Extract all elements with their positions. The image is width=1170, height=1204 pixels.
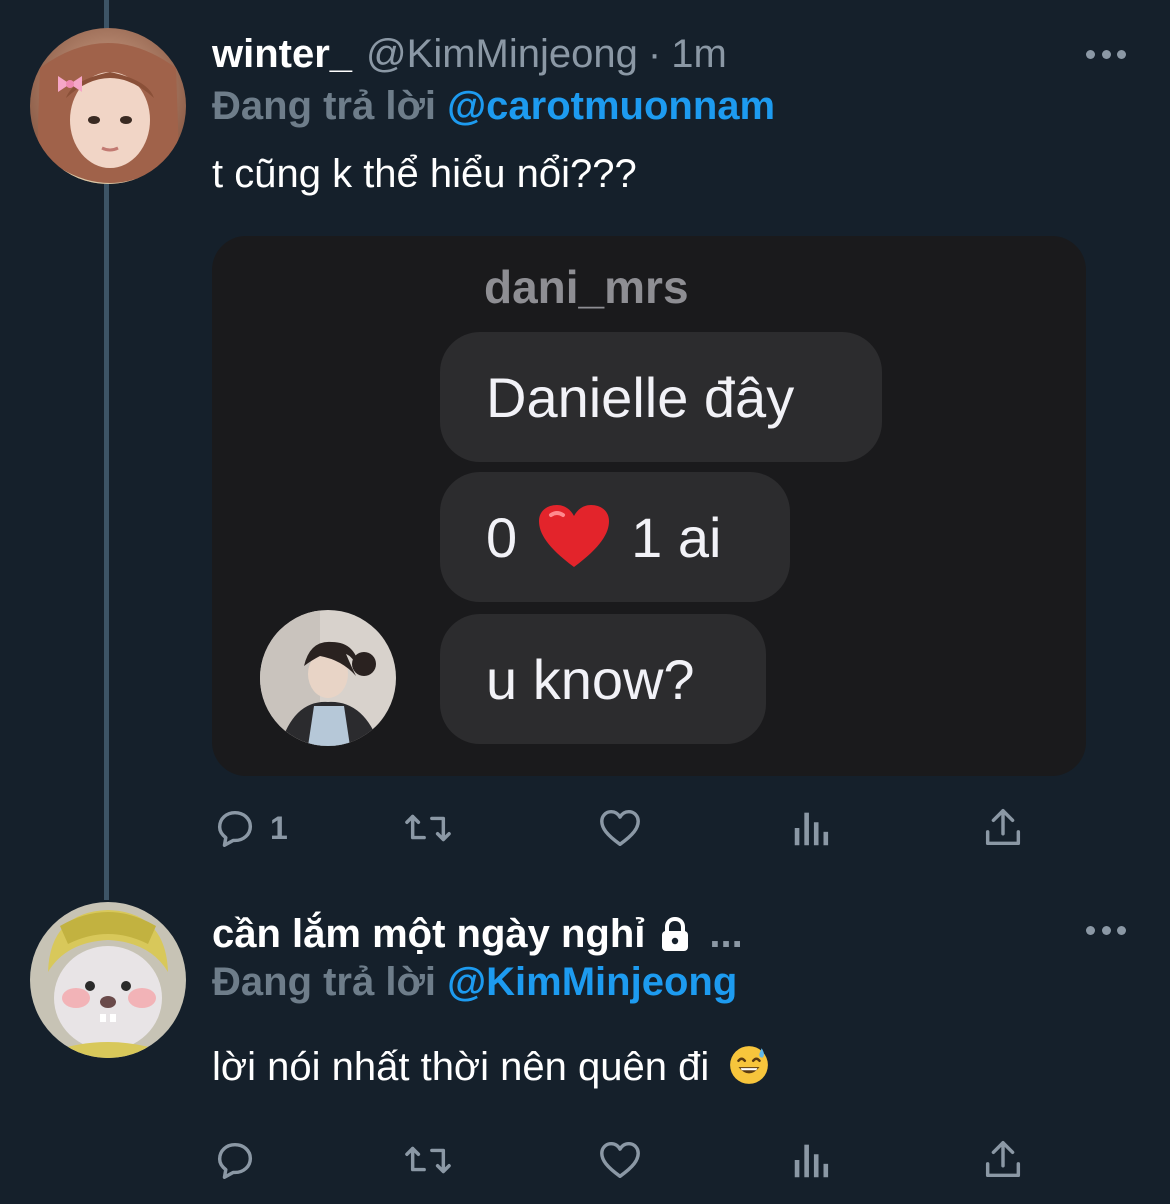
reply-button[interactable]: 1	[212, 798, 288, 858]
retweet-button[interactable]	[400, 1130, 456, 1190]
dm-message-bubble: 0 1 ai	[440, 472, 790, 602]
avatar[interactable]	[30, 28, 186, 184]
views-button[interactable]	[790, 798, 834, 858]
tweet-actions	[212, 1130, 1032, 1190]
reply-mention-link[interactable]: @KimMinjeong	[447, 960, 737, 1004]
like-icon	[600, 809, 640, 847]
dm-message-text: 0	[486, 505, 518, 569]
dm-message-text: u know?	[486, 647, 695, 711]
retweet-button[interactable]	[400, 798, 456, 858]
heart-icon	[539, 505, 610, 567]
like-icon	[600, 1141, 640, 1179]
tweet-header: winter_ @KimMinjeong · 1m	[212, 26, 727, 82]
tweet-text: lời nói nhất thời nên quên đi	[212, 1044, 770, 1090]
reply-context: Đang trả lời @KimMinjeong	[212, 960, 737, 1005]
share-button[interactable]	[980, 798, 1026, 858]
reply-mention-link[interactable]: @carotmuonnam	[447, 84, 775, 128]
like-button[interactable]	[596, 1130, 644, 1190]
dm-sender-avatar	[260, 610, 396, 746]
reply-prefix: Đang trả lời	[212, 960, 437, 1004]
retweet-icon	[405, 814, 451, 842]
more-icon	[1086, 49, 1095, 59]
reply-prefix: Đang trả lời	[212, 84, 437, 128]
more-options-button[interactable]	[1086, 46, 1126, 62]
more-options-button[interactable]	[1086, 922, 1126, 938]
sweat-smile-icon	[730, 1046, 769, 1084]
analytics-icon	[794, 1144, 829, 1178]
separator-dot: ·	[647, 31, 662, 76]
reply-icon	[217, 1142, 253, 1179]
reply-button[interactable]	[212, 1130, 270, 1190]
user-handle[interactable]: @KimMinjeong	[366, 32, 638, 77]
tweet-text: t cũng k thể hiểu nổi???	[212, 152, 637, 196]
tweet-media-image[interactable]: dani_mrs Danielle đây 0 1 ai u know?	[212, 236, 1086, 776]
share-icon	[985, 1141, 1021, 1178]
dm-message-bubble: u know?	[440, 614, 766, 744]
reply-icon	[217, 810, 253, 847]
tweet-text-content: lời nói nhất thời nên quên đi	[212, 1045, 710, 1089]
share-icon	[985, 809, 1021, 846]
like-button[interactable]	[596, 798, 644, 858]
tweet-header: cần lắm một ngày nghỉ ...	[212, 906, 743, 962]
more-icon	[1086, 925, 1095, 935]
display-name[interactable]: cần lắm một ngày nghỉ	[212, 912, 645, 957]
tweet-actions: 1	[212, 798, 1032, 858]
display-name[interactable]: winter_	[212, 32, 352, 77]
timestamp[interactable]: 1m	[671, 32, 727, 77]
dm-message-text: Danielle đây	[486, 365, 795, 429]
views-button[interactable]	[790, 1130, 834, 1190]
dm-message-text: 1 ai	[631, 505, 722, 569]
dm-message-bubble: Danielle đây	[440, 332, 882, 462]
reply-count: 1	[270, 809, 288, 846]
avatar[interactable]	[30, 902, 186, 1058]
dm-sender-name: dani_mrs	[484, 261, 689, 313]
lock-icon	[662, 916, 689, 951]
share-button[interactable]	[980, 1130, 1026, 1190]
analytics-icon	[794, 812, 829, 846]
name-truncation: ...	[709, 911, 743, 956]
retweet-icon	[405, 1146, 451, 1174]
reply-context: Đang trả lời @carotmuonnam	[212, 84, 775, 129]
